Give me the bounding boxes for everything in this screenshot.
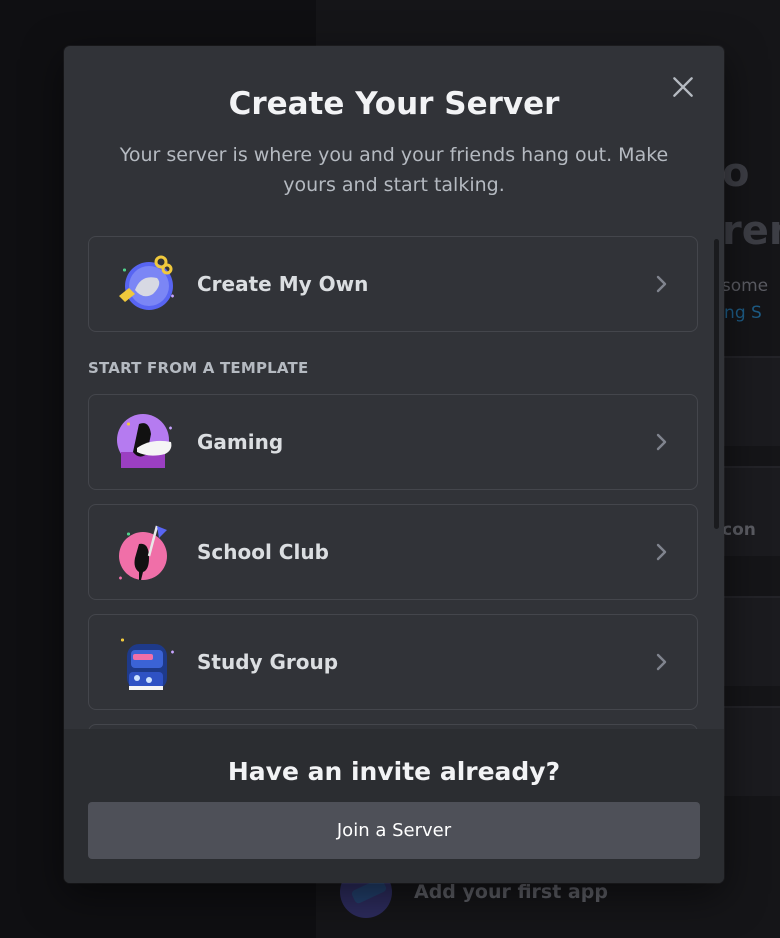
template-study-group-label: Study Group bbox=[197, 650, 339, 674]
template-school-club-label: School Club bbox=[197, 540, 329, 564]
background-add-app-label: Add your first app bbox=[414, 881, 608, 903]
modal-footer: Have an invite already? Join a Server bbox=[64, 729, 724, 883]
background-heading-fragment: o bbox=[722, 150, 750, 196]
create-my-own-label: Create My Own bbox=[197, 272, 369, 296]
chevron-right-icon bbox=[651, 274, 671, 294]
invite-heading: Have an invite already? bbox=[227, 757, 561, 786]
scrollbar[interactable] bbox=[714, 239, 719, 529]
modal-title: Create Your Server bbox=[228, 86, 560, 122]
chevron-right-icon bbox=[651, 542, 671, 562]
study-group-illustration-icon bbox=[113, 630, 177, 694]
create-my-own-option[interactable]: Create My Own bbox=[88, 236, 698, 332]
options-scroll-area: Create My Own START FROM A TEMPLATE Gami… bbox=[88, 236, 700, 730]
template-study-group-option[interactable]: Study Group bbox=[88, 614, 698, 710]
chevron-right-icon bbox=[651, 652, 671, 672]
chevron-right-icon bbox=[651, 432, 671, 452]
modal-subtitle: Your server is where you and your friend… bbox=[119, 144, 669, 196]
template-gaming-option[interactable]: Gaming bbox=[88, 394, 698, 490]
template-gaming-label: Gaming bbox=[197, 430, 284, 454]
gaming-illustration-icon bbox=[113, 410, 177, 474]
school-club-illustration-icon bbox=[113, 520, 177, 584]
create-own-illustration-icon bbox=[113, 252, 177, 316]
template-section-header: START FROM A TEMPLATE bbox=[88, 359, 309, 377]
template-school-club-option[interactable]: School Club bbox=[88, 504, 698, 600]
background-text-fragment: con bbox=[722, 520, 756, 540]
background-heading-fragment: ren bbox=[722, 208, 780, 254]
create-server-modal: Create Your Server Your server is where … bbox=[64, 46, 724, 883]
join-server-button[interactable]: Join a Server bbox=[88, 802, 700, 859]
